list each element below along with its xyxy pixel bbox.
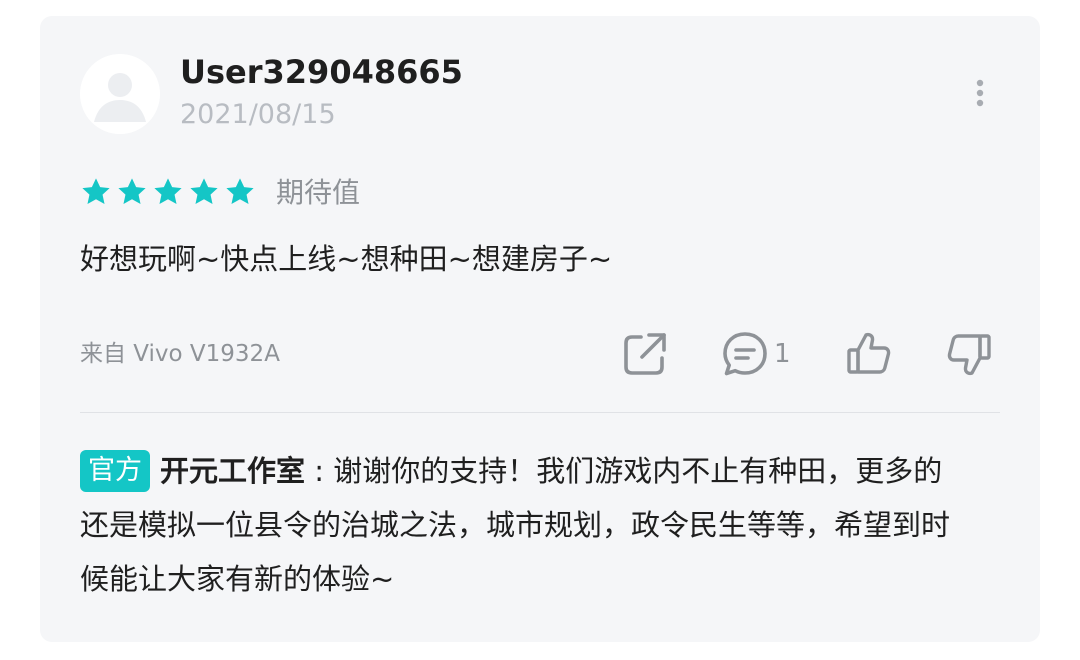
star-icon [154,178,182,204]
star-rating [80,176,256,210]
star-icon [118,178,146,204]
like-button[interactable] [844,328,894,380]
star-icon [226,178,254,204]
rating-label: 期待值 [276,176,361,209]
official-reply: 官方 开元工作室 : 谢谢你的支持！我们游戏内不止有种田，更多的还是模拟一位县令的… [80,444,960,606]
username[interactable]: User329048665 [180,52,463,92]
review-date: 2021/08/15 [180,99,336,130]
comment-button[interactable]: 1 [720,328,791,380]
avatar-placeholder-icon [80,54,160,134]
divider [80,412,1000,413]
share-button[interactable] [620,328,670,380]
more-vertical-icon [976,79,984,107]
device-info: 来自 Vivo V1932A [80,341,280,367]
reply-author[interactable]: 开元工作室 [160,454,305,488]
official-badge: 官方 [80,450,150,492]
star-icon [82,178,110,204]
avatar[interactable] [80,54,160,134]
thumbs-up-icon [847,332,891,374]
reply-separator: : [305,454,334,488]
share-icon [624,333,666,375]
star-icon [190,178,218,204]
review-card: User329048665 2021/08/15 期待值 好想玩啊~快点上线~想… [40,16,1040,642]
more-options-button[interactable] [966,78,994,108]
dislike-button[interactable] [944,328,994,380]
thumbs-down-icon [947,334,991,376]
comment-count: 1 [774,339,791,369]
review-content: 好想玩啊~快点上线~想种田~想建房子~ [80,242,613,276]
comment-icon [723,332,767,376]
